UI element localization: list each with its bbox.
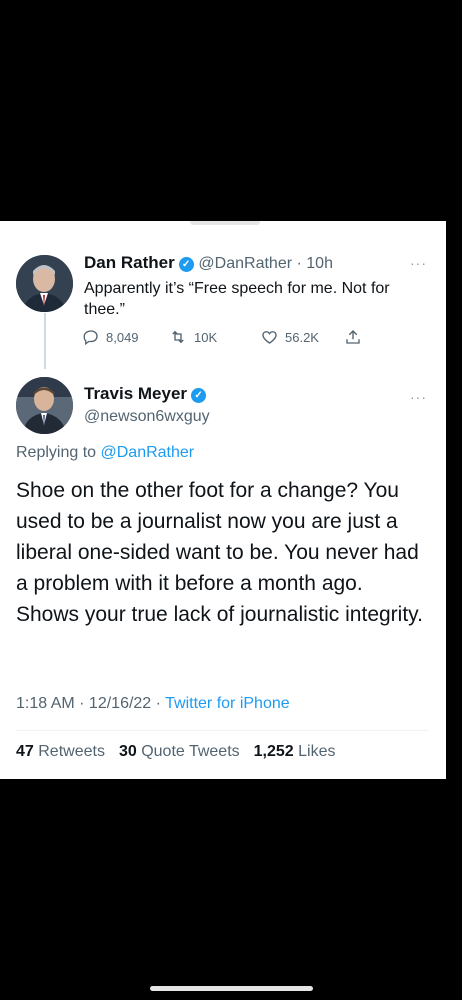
retweet-icon [172,330,184,344]
tweet-date[interactable]: 12/16/22 [89,695,151,712]
replying-to: Replying to @DanRather [16,444,194,462]
replying-prefix: Replying to [16,444,97,461]
parent-time: 10h [306,255,333,272]
divider [16,730,428,731]
tweet-stats: 47 Retweets 30 Quote Tweets 1,252 Likes [16,743,336,761]
reply-button[interactable]: 8,049 [82,328,139,346]
tweet-source[interactable]: Twitter for iPhone [165,695,290,712]
retweets-label: Retweets [38,743,105,760]
like-button[interactable]: 56.2K [260,328,319,346]
thread-line [44,313,46,369]
quotes-label: Quote Tweets [141,743,240,760]
main-handle[interactable]: @newson6wxguy [84,408,210,426]
parent-display-name[interactable]: Dan Rather [84,253,175,272]
parent-text: Apparently it’s “Free speech for me. Not… [84,280,390,318]
retweets-stat[interactable]: 47 Retweets [16,743,105,761]
travis-meyer-avatar[interactable] [16,377,73,434]
likes-label: Likes [298,743,336,760]
reply-icon [83,330,98,346]
like-icon [262,331,277,344]
tweet-meta: 1:18 AM · 12/16/22 · Twitter for iPhone [16,695,290,712]
reply-count: 8,049 [106,329,139,345]
retweets-count: 47 [16,743,34,760]
likes-count: 1,252 [253,743,294,760]
like-count: 56.2K [285,329,319,345]
parent-handle[interactable]: @DanRather [198,255,292,272]
tweet-time[interactable]: 1:18 AM [16,695,75,712]
main-display-name[interactable]: Travis Meyer [84,384,187,403]
cutoff-header [190,221,260,225]
verified-icon: ✓ [178,257,194,272]
retweet-count: 10K [194,329,218,345]
verified-icon: ✓ [191,388,207,403]
tweet-card: Dan Rather ✓ @DanRather · 10h ··· Apparen… [0,221,446,779]
quotes-count: 30 [118,743,137,760]
retweet-button[interactable]: 10K [168,328,217,346]
quotes-stat[interactable]: 30 Quote Tweets [119,743,240,761]
main-header: Travis Meyer ✓ [84,384,207,404]
dan-rather-avatar[interactable] [16,255,73,312]
share-button[interactable] [344,328,362,346]
home-indicator[interactable] [150,986,313,991]
main-tweet-text: Shoe on the other foot for a change? You… [16,479,423,626]
more-icon[interactable]: ··· [410,389,427,405]
likes-stat[interactable]: 1,252 Likes [254,743,336,761]
replying-handle-link[interactable]: @DanRather [101,444,195,461]
parent-header: Dan Rather ✓ @DanRather · 10h [84,253,333,272]
share-icon [346,330,360,344]
more-icon[interactable]: ··· [410,255,427,271]
